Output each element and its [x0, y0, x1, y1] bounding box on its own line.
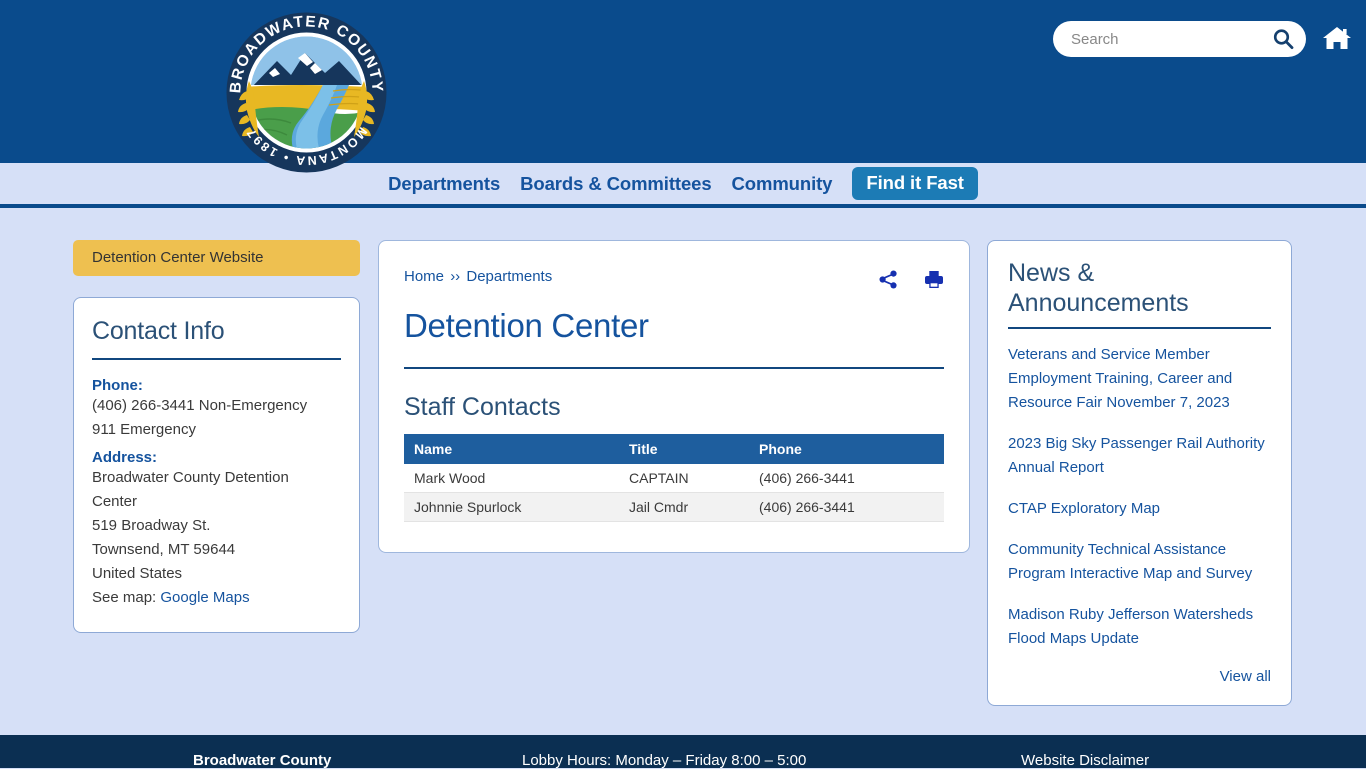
print-icon — [925, 271, 943, 288]
news-announcements-title: News & Announcements — [1008, 258, 1271, 329]
see-map-row: See map: Google Maps — [92, 586, 341, 610]
home-icon — [1323, 27, 1351, 49]
phone-line-2: 911 Emergency — [92, 421, 196, 438]
column-header-name: Name — [404, 434, 619, 464]
news-item[interactable]: Community Technical Assistance Program I… — [1008, 538, 1271, 586]
left-sidebar: Detention Center Website Contact Info Ph… — [73, 240, 360, 633]
county-seal-logo[interactable]: BROADWATER COUNTY MONTANA • 1897 — [225, 11, 388, 174]
phone-line-1: (406) 266-3441 Non-Emergency — [92, 397, 308, 414]
cell-name: Johnnie Spurlock — [404, 492, 619, 522]
home-button[interactable] — [1316, 18, 1358, 58]
table-body: Mark Wood CAPTAIN (406) 266-3441 Johnnie… — [404, 464, 944, 522]
detention-center-website-button[interactable]: Detention Center Website — [73, 240, 360, 276]
phone-label: Phone: — [92, 377, 143, 394]
page-tools — [879, 268, 944, 289]
address-line-5: United States — [92, 565, 183, 582]
address-line-1: Broadwater County Detention — [92, 469, 289, 486]
staff-contacts-title: Staff Contacts — [404, 393, 561, 421]
breadcrumb: Home ›› Departments — [404, 268, 552, 285]
page-body: Detention Center Website Contact Info Ph… — [0, 208, 1366, 735]
google-maps-link[interactable]: Google Maps — [160, 589, 249, 606]
cell-phone: (406) 266-3441 — [749, 464, 944, 493]
news-item[interactable]: Veterans and Service Member Employment T… — [1008, 343, 1271, 415]
site-header: BROADWATER COUNTY MONTANA • 1897 — [0, 0, 1366, 173]
print-button[interactable] — [924, 270, 944, 289]
nav-item-find-it-fast[interactable]: Find it Fast — [852, 167, 978, 200]
address-line-4: Townsend, MT 59644 — [92, 541, 236, 558]
view-all-link[interactable]: View all — [1008, 668, 1271, 685]
search-button[interactable] — [1270, 26, 1296, 52]
table-row: Mark Wood CAPTAIN (406) 266-3441 — [404, 464, 944, 493]
breadcrumb-row: Home ›› Departments — [404, 268, 944, 289]
search-input[interactable] — [1071, 30, 1270, 48]
page-title: Detention Center — [404, 307, 944, 369]
site-footer: Broadwater County Lobby Hours: Monday – … — [0, 735, 1366, 769]
breadcrumb-home[interactable]: Home — [404, 268, 444, 285]
nav-item-departments[interactable]: Departments — [388, 173, 500, 195]
main-navigation: Departments Boards & Committees Communit… — [0, 163, 1366, 208]
share-button[interactable] — [879, 270, 898, 289]
column-header-title: Title — [619, 434, 749, 464]
contact-info-title: Contact Info — [92, 317, 341, 360]
nav-item-boards-committees[interactable]: Boards & Committees — [520, 173, 711, 195]
nav-item-community[interactable]: Community — [732, 173, 833, 195]
county-seal-icon: BROADWATER COUNTY MONTANA • 1897 — [226, 12, 387, 173]
news-item[interactable]: 2023 Big Sky Passenger Rail Authority An… — [1008, 432, 1271, 480]
address-label: Address: — [92, 449, 158, 466]
cell-title: Jail Cmdr — [619, 492, 749, 522]
footer-county-name: Broadwater County — [193, 752, 332, 769]
contact-info-card: Contact Info Phone: (406) 266-3441 Non-E… — [73, 297, 360, 633]
detention-center-card: Home ›› Departments Detention Center Sta… — [378, 240, 970, 553]
breadcrumb-separator: ›› — [450, 268, 461, 285]
column-header-phone: Phone — [749, 434, 944, 464]
cell-phone: (406) 266-3441 — [749, 492, 944, 522]
news-announcements-card: News & Announcements Veterans and Servic… — [987, 240, 1292, 706]
breadcrumb-departments[interactable]: Departments — [466, 268, 552, 285]
table-head: Name Title Phone — [404, 434, 944, 464]
table-row: Johnnie Spurlock Jail Cmdr (406) 266-344… — [404, 492, 944, 522]
share-icon — [879, 270, 897, 289]
staff-contacts-table: Name Title Phone Mark Wood CAPTAIN (406)… — [404, 434, 944, 522]
footer-inner: Broadwater County Lobby Hours: Monday – … — [0, 735, 1366, 769]
main-content: Home ›› Departments Detention Center Sta… — [378, 240, 970, 553]
news-item[interactable]: CTAP Exploratory Map — [1008, 497, 1271, 521]
cell-title: CAPTAIN — [619, 464, 749, 493]
footer-website-disclaimer-link[interactable]: Website Disclaimer — [1021, 752, 1149, 769]
see-map-label: See map: — [92, 589, 157, 606]
search-bar[interactable] — [1053, 21, 1306, 57]
news-sidebar: News & Announcements Veterans and Servic… — [987, 240, 1292, 706]
news-item[interactable]: Madison Ruby Jefferson Watersheds Flood … — [1008, 603, 1271, 651]
cell-name: Mark Wood — [404, 464, 619, 493]
table-header-row: Name Title Phone — [404, 434, 944, 464]
address-line-3: 519 Broadway St. — [92, 517, 211, 534]
address-line-2: Center — [92, 493, 138, 510]
search-icon — [1273, 29, 1294, 50]
footer-lobby-hours: Lobby Hours: Monday – Friday 8:00 – 5:00 — [522, 752, 807, 769]
